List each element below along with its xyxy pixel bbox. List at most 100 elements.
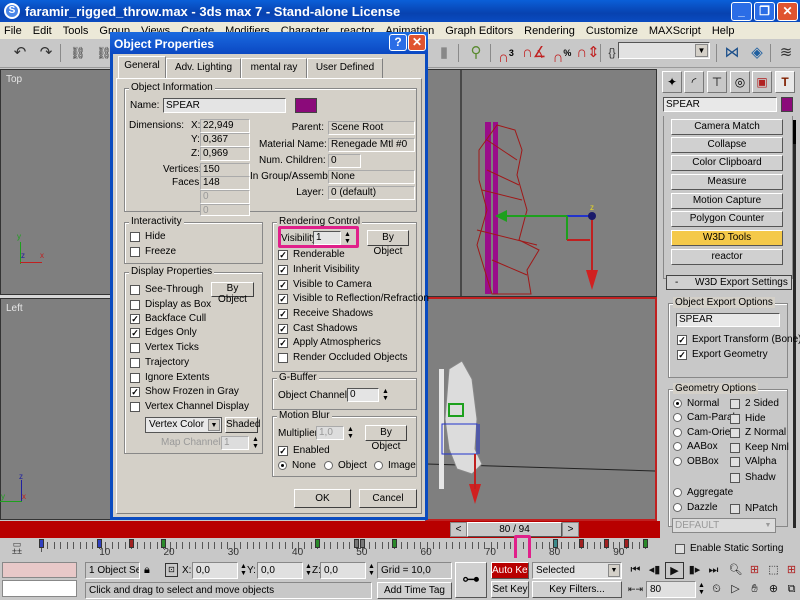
checkbox-box[interactable]: ✓: [278, 264, 288, 275]
checkbox-box[interactable]: [130, 246, 140, 257]
geom-normal-radio[interactable]: Normal: [673, 398, 719, 409]
modify-icon[interactable]: ◜: [684, 71, 704, 93]
display-as-box-checkbox[interactable]: Display as Box: [130, 299, 211, 310]
checkbox-box[interactable]: ✓: [130, 327, 140, 338]
help-button[interactable]: ?: [389, 34, 407, 51]
radio-dot[interactable]: [374, 461, 383, 470]
checkbox-box[interactable]: [130, 401, 140, 412]
checkbox-box[interactable]: ✓: [278, 308, 288, 319]
animation-key[interactable]: [39, 539, 44, 548]
receive-shadows-checkbox[interactable]: ✓ Receive Shadows: [278, 308, 373, 319]
object-color-swatch[interactable]: [781, 97, 793, 112]
render-occluded-checkbox[interactable]: Render Occluded Objects: [278, 352, 408, 363]
keep-nml-checkbox[interactable]: Keep Nml: [730, 442, 789, 453]
z-spinner[interactable]: ▲ ▼: [367, 563, 376, 577]
undo-icon[interactable]: ↶: [8, 42, 32, 64]
menu-maxscript[interactable]: MAXScript: [649, 25, 701, 37]
checkbox-box[interactable]: ✓: [130, 313, 140, 324]
menu-rendering[interactable]: Rendering: [524, 25, 575, 37]
set-key-button[interactable]: Set Key: [491, 581, 529, 598]
dialog-title-bar[interactable]: Object Properties ? ✕: [110, 32, 428, 54]
maxscript-listener-white[interactable]: [2, 580, 77, 597]
radio-dot[interactable]: [673, 428, 682, 437]
display-icon[interactable]: ▣: [752, 71, 772, 93]
checkbox-box[interactable]: ✓: [278, 279, 288, 290]
field-of-view-icon[interactable]: ▷: [726, 581, 745, 598]
select-link-icon[interactable]: ⛓: [66, 42, 90, 64]
time-slider-track[interactable]: < 80 / 94 >: [0, 521, 660, 538]
geom-cam-orient-radio[interactable]: Cam-Orient: [673, 427, 739, 438]
tab-general[interactable]: General: [118, 56, 166, 78]
z-normal-checkbox[interactable]: Z Normal: [730, 427, 786, 438]
animation-key[interactable]: [643, 539, 648, 548]
two-sided-checkbox[interactable]: 2 Sided: [730, 398, 779, 409]
tab-user-defined[interactable]: User Defined: [307, 58, 383, 78]
redo-icon[interactable]: ↷: [34, 42, 58, 64]
geom-aabox-radio[interactable]: AABox: [673, 441, 718, 452]
add-time-tag-button[interactable]: Add Time Tag: [377, 582, 452, 599]
checkbox-box[interactable]: [730, 456, 740, 467]
pan-icon[interactable]: ✋︎: [745, 581, 764, 598]
key-mode-icon[interactable]: ⊶: [455, 562, 487, 598]
map-channel-input[interactable]: 1: [221, 436, 249, 450]
utilities-icon[interactable]: T: [775, 71, 795, 93]
angle-snap-icon[interactable]: ∩∡: [522, 42, 546, 64]
blur-none-radio[interactable]: None: [278, 460, 316, 471]
ignore-extents-checkbox[interactable]: Ignore Extents: [130, 372, 209, 383]
menu-edit[interactable]: Edit: [33, 25, 52, 37]
mini-curve-editor-icon[interactable]: ▭ ±±: [8, 540, 26, 556]
renderable-checkbox[interactable]: ✓ Renderable: [278, 249, 345, 260]
utility-reactor[interactable]: reactor: [671, 249, 783, 265]
named-selection-dropdown[interactable]: ▼: [618, 42, 710, 59]
radio-dot[interactable]: [278, 461, 287, 470]
prev-frame-button[interactable]: <: [450, 522, 467, 537]
name-input[interactable]: SPEAR: [163, 98, 286, 113]
panel-scrollbar[interactable]: [793, 120, 796, 144]
static-sorting-checkbox[interactable]: Enable Static Sorting: [675, 543, 783, 554]
radio-dot[interactable]: [673, 457, 682, 466]
restore-button[interactable]: ❐: [754, 2, 775, 21]
motion-icon[interactable]: ◎: [730, 71, 750, 93]
zoom-all-icon[interactable]: ⊞: [745, 562, 764, 579]
frame-spinner[interactable]: ▲ ▼: [697, 582, 706, 596]
dialog-close-button[interactable]: ✕: [408, 34, 426, 51]
animation-key[interactable]: [315, 539, 321, 548]
backface-cull-checkbox[interactable]: ✓ Backface Cull: [130, 313, 206, 324]
animation-key[interactable]: [161, 539, 167, 548]
radio-dot[interactable]: [324, 461, 333, 470]
tab-adv-lighting[interactable]: Adv. Lighting: [166, 58, 241, 78]
checkbox-box[interactable]: [130, 299, 140, 310]
hierarchy-pick-icon[interactable]: ⚲: [464, 42, 488, 64]
utility-camera-match[interactable]: Camera Match: [671, 119, 783, 135]
hierarchy-icon[interactable]: ⊤: [707, 71, 727, 93]
radio-dot[interactable]: [673, 413, 682, 422]
vertex-ticks-checkbox[interactable]: Vertex Ticks: [130, 342, 199, 353]
checkbox-box[interactable]: [130, 342, 140, 353]
bind-space-warp-icon[interactable]: ▮: [432, 42, 456, 64]
menu-file[interactable]: File: [4, 25, 22, 37]
key-mode-dropdown[interactable]: Selected ▼: [532, 562, 622, 579]
export-transform-checkbox[interactable]: ✓ Export Transform (Bone): [677, 334, 800, 345]
viewport-perspective[interactable]: [425, 297, 657, 521]
lock-selection-icon[interactable]: 🔒︎: [144, 564, 150, 577]
snap-3d-icon[interactable]: ∩3: [494, 42, 518, 66]
visible-to-reflection-checkbox[interactable]: ✓ Visible to Reflection/Refraction: [278, 293, 429, 304]
object-color-swatch[interactable]: [295, 98, 317, 113]
play-icon[interactable]: ▶: [665, 562, 684, 579]
checkbox-box[interactable]: ✓: [677, 334, 687, 345]
next-frame-button[interactable]: >: [562, 522, 579, 537]
animation-key[interactable]: [578, 539, 584, 548]
blur-object-radio[interactable]: Object: [324, 460, 367, 471]
menu-graph-editors[interactable]: Graph Editors: [445, 25, 513, 37]
npatch-checkbox[interactable]: NPatch: [730, 503, 778, 514]
checkbox-box[interactable]: [730, 442, 740, 453]
hide-geom-checkbox[interactable]: Hide: [730, 413, 766, 424]
animation-key[interactable]: [392, 539, 398, 548]
checkbox-box[interactable]: ✓: [278, 323, 288, 334]
edges-only-checkbox[interactable]: ✓ Edges Only: [130, 327, 197, 338]
key-mode-toggle-icon[interactable]: ⇤⇥: [626, 581, 645, 598]
checkbox-box[interactable]: ✓: [278, 249, 288, 260]
utility-collapse[interactable]: Collapse: [671, 137, 783, 153]
multiplier-spinner[interactable]: ▲ ▼: [346, 426, 355, 440]
close-button[interactable]: ✕: [777, 2, 798, 21]
